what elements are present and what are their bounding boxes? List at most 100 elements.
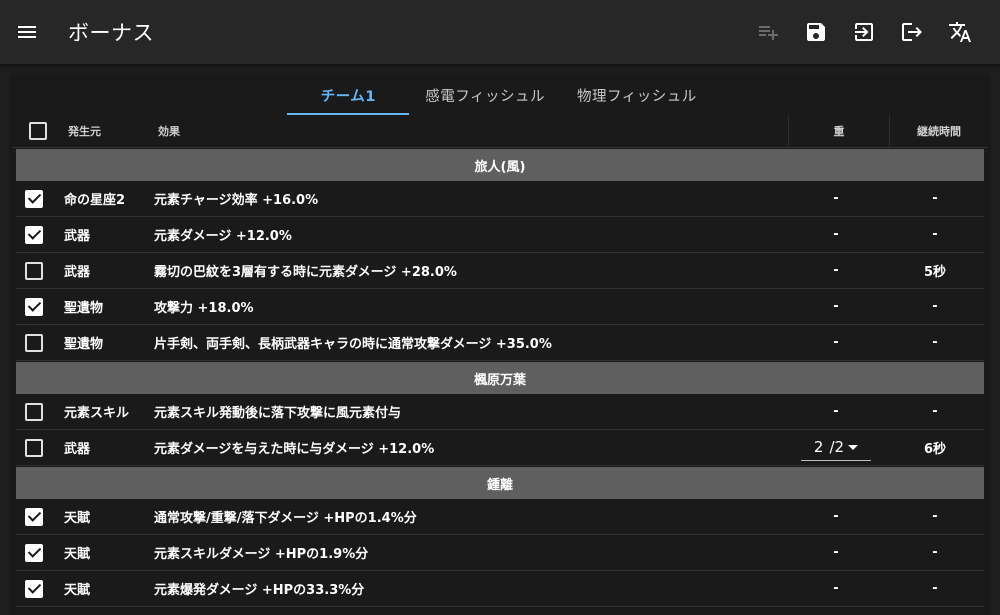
- row-check-cell: [12, 543, 56, 562]
- row-source: 命の星座2: [64, 193, 126, 208]
- table-row: 元素スキル 元素スキル発動後に落下攻撃に風元素付与 - -: [16, 394, 984, 430]
- row-source: 天賦: [64, 547, 91, 562]
- table-row: 聖遺物 攻撃力 +18.0% - -: [16, 289, 984, 325]
- row-checkbox[interactable]: [25, 543, 43, 562]
- row-weight: -: [833, 509, 839, 524]
- row-weight: -: [833, 404, 839, 419]
- row-source: 天賦: [64, 511, 91, 526]
- table-header: 発生元 効果 重 継続時間: [12, 115, 988, 148]
- row-duration: -: [932, 404, 938, 419]
- weight-select-value: 2: [813, 438, 824, 456]
- row-source: 元素スキル: [64, 406, 130, 421]
- header-duration: 継続時間: [889, 115, 988, 147]
- row-source: 武器: [64, 229, 91, 244]
- row-duration: -: [932, 191, 938, 206]
- header-source: 発生元: [68, 125, 101, 138]
- group-header: 楓原万葉: [16, 362, 984, 394]
- row-weight: -: [833, 545, 839, 560]
- row-check-cell: [12, 438, 56, 457]
- select-all-cell: [16, 122, 60, 140]
- group-header: 旅人(風): [16, 149, 984, 181]
- translate-icon: [949, 22, 971, 42]
- row-checkbox[interactable]: [25, 438, 43, 457]
- table-body: 旅人(風) 命の星座2 元素チャージ効率 +16.0% - - 武器 元素ダメージ +12.…: [12, 149, 988, 607]
- row-duration: -: [932, 509, 938, 524]
- export-button[interactable]: [888, 8, 936, 56]
- add-to-list-button[interactable]: [744, 8, 792, 56]
- bonus-card: チーム1 感電フィッシュル 物理フィッシュル 発生元 効果 重 継続時間 旅人(…: [12, 75, 988, 615]
- row-source: 聖遺物: [64, 301, 104, 316]
- row-duration: -: [932, 299, 938, 314]
- row-source: 聖遺物: [64, 337, 104, 352]
- row-effect: 霧切の巴紋を3層有する時に元素ダメージ +28.0%: [154, 265, 457, 280]
- row-source: 武器: [64, 265, 91, 280]
- row-duration: 6秒: [923, 442, 947, 457]
- chevron-down-icon: [848, 444, 859, 450]
- row-effect: 元素スキルダメージ +HPの1.9%分: [154, 547, 369, 562]
- row-weight: -: [833, 191, 839, 206]
- row-check-cell: [12, 189, 56, 208]
- weight-select[interactable]: 2/2: [801, 434, 871, 461]
- menu-button[interactable]: [3, 8, 51, 56]
- tab-team1[interactable]: チーム1: [287, 75, 410, 115]
- row-duration: -: [932, 545, 938, 560]
- group-header: 鍾離: [16, 467, 984, 499]
- header-effect: 効果: [158, 125, 180, 138]
- row-check-cell: [12, 507, 56, 526]
- row-weight: -: [833, 335, 839, 350]
- translate-button[interactable]: [936, 8, 984, 56]
- row-duration: 5秒: [923, 265, 947, 280]
- row-source: 天賦: [64, 583, 91, 598]
- row-weight: -: [833, 263, 839, 278]
- row-effect: 元素スキル発動後に落下攻撃に風元素付与: [154, 406, 402, 421]
- playlist-add-icon: [759, 26, 778, 40]
- row-check-cell: [12, 579, 56, 598]
- toolbar-actions: [744, 8, 984, 56]
- row-checkbox[interactable]: [25, 297, 43, 316]
- row-duration: -: [932, 227, 938, 242]
- table-row: 武器 霧切の巴紋を3層有する時に元素ダメージ +28.0% - 5秒: [16, 253, 984, 289]
- row-check-cell: [12, 225, 56, 244]
- table-row: 天賦 通常攻撃/重撃/落下ダメージ +HPの1.4%分 - -: [16, 499, 984, 535]
- row-effect: 元素チャージ効率 +16.0%: [154, 193, 319, 208]
- table-row: 武器 元素ダメージを与えた時に与ダメージ +12.0% 2/2 6秒: [16, 430, 984, 466]
- select-all-checkbox[interactable]: [29, 122, 47, 140]
- weight-select-max: /2: [829, 438, 845, 456]
- table-row: 命の星座2 元素チャージ効率 +16.0% - -: [16, 181, 984, 217]
- row-checkbox[interactable]: [25, 225, 43, 244]
- app-bar: ボーナス: [0, 0, 1000, 64]
- row-checkbox[interactable]: [25, 507, 43, 526]
- row-check-cell: [12, 402, 56, 421]
- row-effect: 攻撃力 +18.0%: [154, 301, 254, 316]
- row-effect: 通常攻撃/重撃/落下ダメージ +HPの1.4%分: [154, 511, 417, 526]
- row-check-cell: [12, 261, 56, 280]
- row-weight: -: [833, 581, 839, 596]
- login-icon: [855, 23, 873, 41]
- table-row: 天賦 元素爆発ダメージ +HPの33.3%分 - -: [16, 571, 984, 607]
- row-duration: -: [932, 335, 938, 350]
- save-icon: [807, 23, 825, 41]
- import-button[interactable]: [840, 8, 888, 56]
- row-checkbox[interactable]: [25, 189, 43, 208]
- row-checkbox[interactable]: [25, 333, 43, 352]
- table-row: 武器 元素ダメージ +12.0% - -: [16, 217, 984, 253]
- save-button[interactable]: [792, 8, 840, 56]
- row-source: 武器: [64, 442, 91, 457]
- row-effect: 元素ダメージ +12.0%: [154, 229, 292, 244]
- row-check-cell: [12, 333, 56, 352]
- table-row: 聖遺物 片手剣、両手剣、長柄武器キャラの時に通常攻撃ダメージ +35.0% - -: [16, 325, 984, 361]
- row-duration: -: [932, 581, 938, 596]
- row-effect: 元素爆発ダメージ +HPの33.3%分: [154, 583, 365, 598]
- logout-icon: [902, 23, 922, 41]
- tab-electro-fischl[interactable]: 感電フィッシュル: [409, 75, 561, 115]
- row-check-cell: [12, 297, 56, 316]
- header-weight: 重: [788, 115, 889, 147]
- row-checkbox[interactable]: [25, 579, 43, 598]
- menu-icon: [18, 26, 36, 38]
- team-tabs: チーム1 感電フィッシュル 物理フィッシュル: [12, 75, 988, 115]
- row-checkbox[interactable]: [25, 261, 43, 280]
- row-weight: 2/2: [786, 434, 886, 461]
- row-weight: -: [833, 227, 839, 242]
- tab-physical-fischl[interactable]: 物理フィッシュル: [561, 75, 713, 115]
- row-checkbox[interactable]: [25, 402, 43, 421]
